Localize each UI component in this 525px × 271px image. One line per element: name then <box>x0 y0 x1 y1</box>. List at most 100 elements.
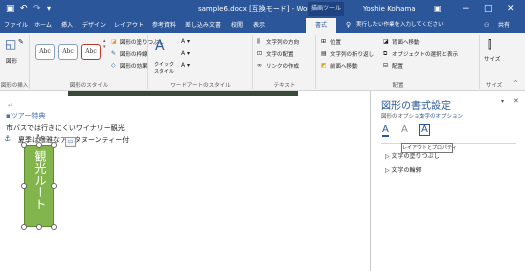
align-text-icon[interactable]: ⊡ <box>257 50 262 57</box>
resize-handle[interactable] <box>36 224 42 230</box>
shape-fill-icon[interactable]: ◪ <box>111 38 117 45</box>
ribbon: ◱ 図形 ✎ 図形の挿入 Abc Abc Abc ▴ ▾ ◪ 図形の塗りつぶし ✎… <box>0 33 525 91</box>
shape-vertical-text[interactable]: 観光ルート <box>31 150 47 210</box>
quick-style-label[interactable]: クイック <box>154 61 174 68</box>
maximize-button[interactable]: □ <box>484 0 493 18</box>
document-title: sample6.docx [互換モード] - Word <box>198 5 315 13</box>
send-backward-icon[interactable]: ◪ <box>383 38 389 45</box>
collapse-ribbon-icon[interactable]: ^ <box>513 80 518 87</box>
tooltip: レイアウトとプロパティ <box>401 143 457 153</box>
resize-handle[interactable] <box>51 183 57 189</box>
pane-options-icon[interactable]: ▾ <box>501 98 504 105</box>
selection-pane-icon[interactable]: ⧉ <box>383 50 387 58</box>
minimize-button[interactable]: − <box>462 0 470 18</box>
tab-text-options[interactable]: 文字のオプション <box>419 112 463 120</box>
tab-view[interactable]: 表示 <box>250 18 268 33</box>
resize-handle[interactable] <box>36 142 42 148</box>
tab-file[interactable]: ファイル <box>4 18 28 33</box>
customize-icon[interactable]: ▾ <box>47 0 51 18</box>
bring-forward-icon[interactable]: ◩ <box>321 62 327 69</box>
ribbon-tab-bar: ファイル ホーム 挿入 デザイン レイアウト 参考資料 差し込み文書 校閲 表示… <box>0 18 525 33</box>
pane-close-icon[interactable]: ✕ <box>513 97 519 105</box>
link-icon[interactable]: ∞ <box>257 62 262 69</box>
shape-style-sample[interactable]: Abc <box>35 44 55 60</box>
doc-line-winery: 市バスでは行きにくいワイナリー観光 <box>6 124 125 132</box>
rotate-handle-icon[interactable]: ↻ <box>36 133 43 142</box>
align-text-button[interactable]: 文字の配置 <box>266 50 294 58</box>
send-backward-button[interactable]: 背面へ移動 <box>392 38 420 46</box>
tab-review[interactable]: 校閲 <box>228 18 246 33</box>
context-tool-label: 描画ツール <box>308 2 344 16</box>
group-label-shape-styles: 図形のスタイル <box>69 83 109 89</box>
selection-pane-button[interactable]: オブジェクトの選択と表示 <box>392 50 458 58</box>
text-fill-outline-icon[interactable]: A <box>382 124 389 137</box>
pane-title: 図形の書式設定 <box>381 101 451 112</box>
resize-handle[interactable] <box>51 224 57 230</box>
shape-outline-button[interactable]: 図形の枠線 <box>120 50 148 58</box>
gallery-more-icon[interactable]: ▴ ▾ <box>103 38 106 50</box>
tab-insert[interactable]: 挿入 <box>58 18 76 33</box>
layout-properties-icon[interactable]: A <box>419 124 430 136</box>
photo-strip <box>68 91 298 96</box>
tell-me-input[interactable]: 実行したい作業を入力してください <box>356 18 444 33</box>
size-button[interactable]: サイズ <box>484 55 500 63</box>
group-size: ⫿ サイズ サイズ <box>481 35 507 89</box>
shape-effects-icon[interactable]: ◇ <box>111 62 116 69</box>
wordart-quick-style-icon[interactable]: A <box>155 38 165 54</box>
undo-icon[interactable]: ↶ <box>20 0 28 18</box>
group-shape-styles: Abc Abc Abc ▴ ▾ ◪ 図形の塗りつぶし ✎ 図形の枠線 ◇ 図形の効… <box>31 35 164 89</box>
layout-options-icon[interactable]: ▭ <box>65 137 76 147</box>
wrap-text-button[interactable]: 文字列の折り返し <box>330 50 374 58</box>
person-icon: ⚇ <box>484 22 490 29</box>
size-icon[interactable]: ⫿ <box>488 38 492 52</box>
bring-forward-button[interactable]: 前面へ移動 <box>330 62 358 70</box>
lightbulb-icon: ♀ <box>346 21 352 29</box>
close-button[interactable]: ✕ <box>507 0 515 18</box>
text-effects-icon[interactable]: A <box>401 124 408 135</box>
group-label-insert-shapes: 図形の挿入 <box>0 83 29 89</box>
tab-references[interactable]: 参考資料 <box>150 18 178 33</box>
align-button[interactable]: 配置 <box>392 62 403 70</box>
tab-layout[interactable]: レイアウト <box>112 18 146 33</box>
redo-icon[interactable]: ↷ <box>33 0 41 18</box>
edit-shape-icon[interactable]: ✎ <box>18 38 24 46</box>
tab-home[interactable]: ホーム <box>32 18 54 33</box>
resize-handle[interactable] <box>21 142 27 148</box>
shape-outline-icon[interactable]: ✎ <box>111 50 116 57</box>
create-link-button[interactable]: リンクの作成 <box>266 62 299 70</box>
shape-style-sample[interactable]: Abc <box>81 44 101 60</box>
user-name[interactable]: Yoshie Kohama <box>363 0 416 18</box>
group-text: ⫼ 文字列の方向 ⊡ 文字の配置 ∞ リンクの作成 テキスト <box>254 35 316 89</box>
shape-style-sample[interactable]: Abc <box>58 44 78 60</box>
resize-handle[interactable] <box>21 224 27 230</box>
document-area[interactable]: ↵ ▪ツアー特典 市バスでは行きにくいワイナリー観光 夏季は嗜雅なアフタヌーンテ… <box>0 91 370 271</box>
shapes-button-label[interactable]: 図形 <box>6 57 17 65</box>
shape-effects-button[interactable]: 図形の効果 <box>120 62 148 70</box>
shapes-icon[interactable]: ◱ <box>5 37 16 51</box>
tab-design[interactable]: デザイン <box>80 18 108 33</box>
text-direction-icon[interactable]: ⫼ <box>257 38 260 46</box>
text-direction-button[interactable]: 文字列の方向 <box>266 38 299 46</box>
text-effects-icon[interactable]: A ▾ <box>181 62 190 69</box>
resize-handle[interactable] <box>51 142 57 148</box>
tab-format[interactable]: 書式 <box>306 18 336 33</box>
group-wordart: A クイック スタイル A ▾ A ▾ A ▾ ワードアートのスタイル <box>149 35 253 89</box>
group-label-wordart: ワードアートのスタイル <box>170 83 231 89</box>
align-icon[interactable]: ⊟ <box>383 62 388 69</box>
wrap-text-icon[interactable]: ▤ <box>321 50 327 57</box>
paragraph-mark: ↵ <box>8 102 14 109</box>
section-text-outline[interactable]: ▷ 文字の輪郭 <box>385 165 422 174</box>
share-button[interactable]: 共有 <box>493 18 515 33</box>
text-outline-icon[interactable]: A ▾ <box>181 50 190 57</box>
position-icon[interactable]: ⊞ <box>321 38 326 45</box>
text-fill-icon[interactable]: A ▾ <box>181 38 190 45</box>
ribbon-display-icon[interactable]: ▣ <box>434 0 442 18</box>
anchor-icon: ⚓ <box>4 134 12 143</box>
position-button[interactable]: 位置 <box>330 38 341 46</box>
group-label-arrange: 配置 <box>392 83 404 89</box>
tab-mailings[interactable]: 差し込み文書 <box>182 18 224 33</box>
save-icon[interactable]: ▣ <box>6 0 15 18</box>
resize-handle[interactable] <box>21 183 27 189</box>
style-label[interactable]: スタイル <box>154 68 174 75</box>
group-label-size: サイズ <box>485 83 503 89</box>
